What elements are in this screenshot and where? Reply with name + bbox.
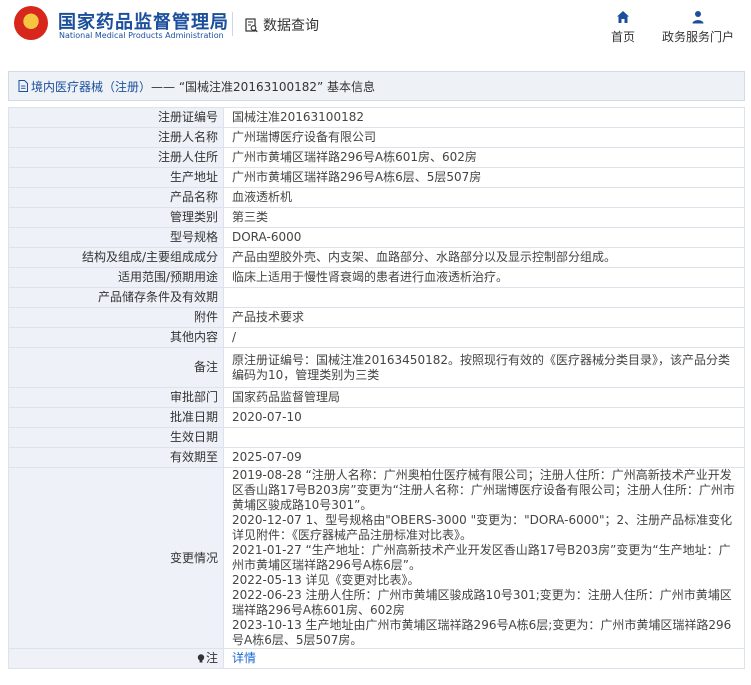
row-label: 批准日期	[8, 407, 224, 428]
row-value: 国械注准20163100182	[223, 107, 745, 128]
row-label: 产品储存条件及有效期	[8, 287, 224, 308]
row-value: 产品技术要求	[223, 307, 745, 328]
category-link[interactable]: 境内医疗器械（注册）	[31, 78, 151, 95]
row-value: /	[223, 327, 745, 348]
table-row: 注册人住所 广州市黄埔区瑞祥路296号A栋601房、602房	[8, 147, 745, 168]
table-row: 批准日期 2020-07-10	[8, 407, 745, 428]
row-value: 广州瑞博医疗设备有限公司	[223, 127, 745, 148]
change-history: 2019-08-28 “注册人名称：广州奥柏仕医疗械有限公司；注册人住所：广州高…	[223, 467, 745, 649]
table-row: 生产地址 广州市黄埔区瑞祥路296号A栋6层、5层507房	[8, 167, 745, 188]
table-row: 备注 原注册证编号：国械注准20163450182。按照现行有效的《医疗器械分类目…	[8, 347, 745, 388]
row-value: 原注册证编号：国械注准20163450182。按照现行有效的《医疗器械分类目录》…	[223, 347, 745, 388]
change-entry: 2021-01-27 “生产地址：广州高新技术产业开发区香山路17号B203房”…	[232, 543, 731, 572]
user-icon	[692, 11, 704, 24]
row-label: 结构及组成/主要组成成分	[8, 247, 224, 268]
row-value: 血液透析机	[223, 187, 745, 208]
row-label: 有效期至	[8, 447, 224, 468]
change-entry: 2022-05-13 详见《变更对比表》。	[232, 573, 420, 587]
table-row: 注 详情	[8, 648, 745, 669]
row-value	[223, 427, 745, 448]
row-value: 广州市黄埔区瑞祥路296号A栋6层、5层507房	[223, 167, 745, 188]
data-query-label: 数据查询	[263, 18, 319, 34]
row-value: 2025-07-09	[223, 447, 745, 468]
table-row: 附件 产品技术要求	[8, 307, 745, 328]
table-row: 结构及组成/主要组成成分 产品由塑胶外壳、内支架、血路部分、水路部分以及显示控制部…	[8, 247, 745, 268]
nav-service-portal[interactable]: 政务服务门户	[660, 10, 736, 45]
row-label: 审批部门	[8, 387, 224, 408]
change-entry: 2020-12-07 1、型号规格由"OBERS-3000 "变更为："DORA…	[232, 513, 733, 542]
row-value: 第三类	[223, 207, 745, 228]
page-title: —— “国械注准20163100182” 基本信息	[151, 79, 376, 94]
row-label: 管理类别	[8, 207, 224, 228]
registration-info-table: 注册证编号 国械注准20163100182 注册人名称 广州瑞博医疗设备有限公司 注…	[8, 107, 745, 669]
row-value: 2020-07-10	[223, 407, 745, 428]
row-label: 附件	[8, 307, 224, 328]
row-label: 注册人住所	[8, 147, 224, 168]
row-value: DORA-6000	[223, 227, 745, 248]
row-label: 注册证编号	[8, 107, 224, 128]
data-query-link[interactable]: 数据查询	[245, 15, 319, 35]
page-title-bar: 境内医疗器械（注册） —— “国械注准20163100182” 基本信息	[8, 71, 745, 101]
nav-home[interactable]: 首页	[606, 10, 640, 45]
row-value	[223, 287, 745, 308]
row-value: 国家药品监督管理局	[223, 387, 745, 408]
document-icon	[18, 80, 28, 92]
row-label: 型号规格	[8, 227, 224, 248]
table-row: 其他内容 /	[8, 327, 745, 348]
change-entry: 2023-10-13 生产地址由广州市黄埔区瑞祥路296号A栋6层;变更为：广州…	[232, 618, 732, 647]
lightbulb-icon	[197, 654, 205, 663]
row-label: 生效日期	[8, 427, 224, 448]
table-row-changes: 变更情况 2019-08-28 “注册人名称：广州奥柏仕医疗械有限公司；注册人住…	[8, 467, 745, 649]
change-entry: 2019-08-28 “注册人名称：广州奥柏仕医疗械有限公司；注册人住所：广州高…	[232, 468, 735, 512]
row-label: 其他内容	[8, 327, 224, 348]
note-label: 注	[205, 651, 218, 665]
row-label: 产品名称	[8, 187, 224, 208]
document-search-icon	[245, 17, 258, 32]
brand-name-en: National Medical Products Administration	[59, 31, 224, 40]
national-emblem-logo	[14, 6, 48, 40]
details-link[interactable]: 详情	[232, 651, 256, 665]
row-label: 注册人名称	[8, 127, 224, 148]
row-label: 变更情况	[8, 467, 224, 649]
table-row: 注册证编号 国械注准20163100182	[8, 107, 745, 128]
nav-home-label: 首页	[610, 30, 635, 44]
row-value: 产品由塑胶外壳、内支架、血路部分、水路部分以及显示控制部分组成。	[223, 247, 745, 268]
table-row: 产品储存条件及有效期	[8, 287, 745, 308]
nav-service-portal-label: 政务服务门户	[661, 30, 734, 44]
note-label-cell: 注	[8, 648, 224, 669]
row-value: 临床上适用于慢性肾衰竭的患者进行血液透析治疗。	[223, 267, 745, 288]
table-row: 注册人名称 广州瑞博医疗设备有限公司	[8, 127, 745, 148]
row-label: 备注	[8, 347, 224, 388]
header-divider	[232, 12, 233, 36]
table-row: 产品名称 血液透析机	[8, 187, 745, 208]
table-row: 型号规格 DORA-6000	[8, 227, 745, 248]
row-value: 广州市黄埔区瑞祥路296号A栋601房、602房	[223, 147, 745, 168]
table-row: 管理类别 第三类	[8, 207, 745, 228]
row-label: 适用范围/预期用途	[8, 267, 224, 288]
table-row: 有效期至 2025-07-09	[8, 447, 745, 468]
row-label: 生产地址	[8, 167, 224, 188]
site-header: 国家药品监督管理局 National Medical Products Admi…	[0, 0, 751, 58]
table-row: 适用范围/预期用途 临床上适用于慢性肾衰竭的患者进行血液透析治疗。	[8, 267, 745, 288]
home-icon	[617, 11, 629, 23]
table-row: 生效日期	[8, 427, 745, 448]
change-entry: 2022-06-23 注册人住所：广州市黄埔区骏成路10号301;变更为：注册人…	[232, 588, 732, 617]
table-row: 审批部门 国家药品监督管理局	[8, 387, 745, 408]
